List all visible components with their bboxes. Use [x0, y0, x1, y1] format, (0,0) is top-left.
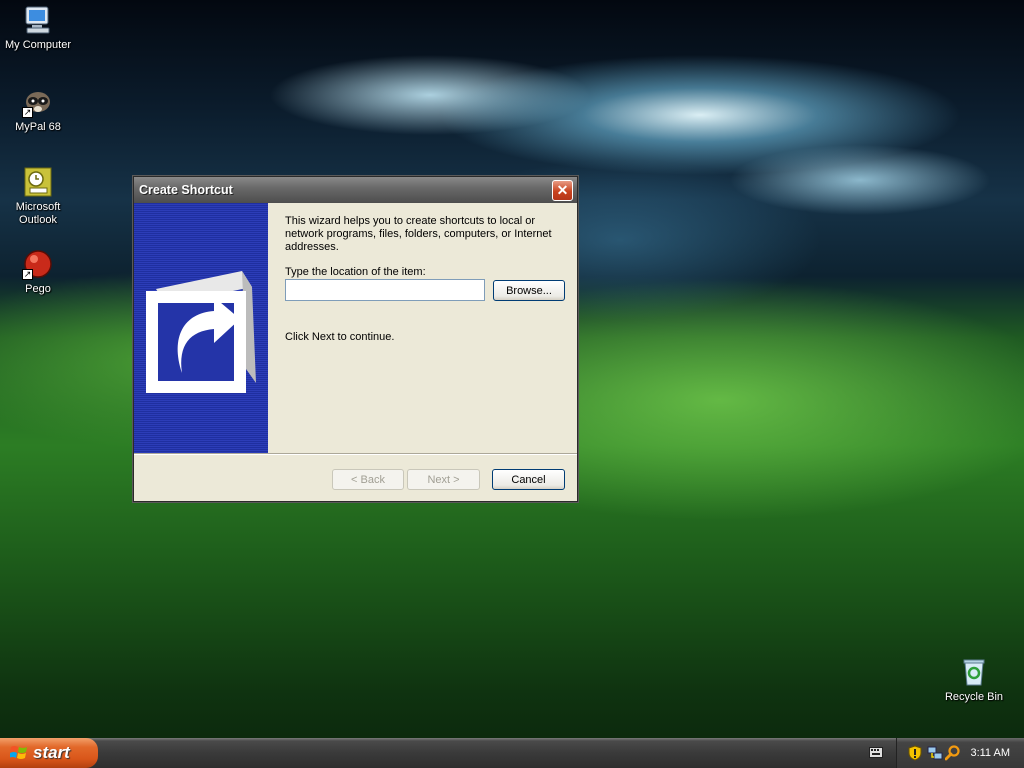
- desktop-icon-label: Pego: [25, 283, 51, 295]
- start-button[interactable]: start: [0, 738, 98, 768]
- dialog-title: Create Shortcut: [139, 183, 233, 197]
- location-label: Type the location of the item:: [285, 266, 426, 278]
- shortcut-arrow-icon: ↗: [22, 107, 33, 118]
- shortcut-wizard-icon: [144, 265, 258, 401]
- pego-icon: ↗: [22, 248, 54, 280]
- wizard-description: This wizard helps you to create shortcut…: [285, 215, 552, 253]
- desktop-icon-label: Recycle Bin: [944, 691, 1004, 703]
- desktop-icon-outlook[interactable]: Microsoft Outlook: [0, 166, 76, 227]
- network-icon[interactable]: [927, 745, 943, 761]
- keyboard-icon[interactable]: [869, 747, 883, 758]
- desktop-icon-mypal[interactable]: ↗ MyPal 68: [0, 86, 76, 134]
- location-input[interactable]: [285, 279, 485, 301]
- desktop-icon-label: My Computer: [4, 39, 72, 51]
- wizard-content: This wizard helps you to create shortcut…: [268, 203, 577, 453]
- security-shield-icon[interactable]: [907, 745, 923, 761]
- outlook-icon: [22, 166, 54, 198]
- start-label: start: [33, 743, 70, 762]
- wizard-side-panel: [134, 203, 268, 453]
- next-hint-text: Click Next to continue.: [285, 331, 395, 343]
- cancel-button[interactable]: Cancel: [492, 469, 565, 490]
- desktop-icon-label: Microsoft Outlook: [15, 201, 61, 226]
- create-shortcut-dialog: Create Shortcut ✕ This wizard helps you …: [133, 176, 578, 502]
- search-icon[interactable]: [944, 745, 961, 761]
- browse-button[interactable]: Browse...: [493, 280, 565, 301]
- windows-flag-icon: [9, 745, 28, 761]
- close-button[interactable]: ✕: [552, 180, 573, 201]
- shortcut-arrow-icon: ↗: [22, 269, 33, 280]
- close-icon: ✕: [556, 182, 569, 198]
- desktop-icon-recycle-bin[interactable]: Recycle Bin: [936, 656, 1012, 704]
- my-computer-icon: [22, 4, 54, 36]
- desktop-icon-pego[interactable]: ↗ Pego: [0, 248, 76, 296]
- taskbar: start 3:11 AM: [0, 738, 1024, 768]
- dialog-titlebar[interactable]: Create Shortcut ✕: [134, 177, 577, 203]
- system-tray: 3:11 AM: [896, 738, 1024, 768]
- desktop-icon-label: MyPal 68: [15, 121, 61, 133]
- recycle-bin-icon: [958, 656, 990, 688]
- mypal-browser-icon: ↗: [22, 86, 54, 118]
- back-button[interactable]: < Back: [332, 469, 404, 490]
- next-button[interactable]: Next >: [407, 469, 480, 490]
- wizard-footer: < Back Next > Cancel: [134, 455, 577, 501]
- desktop-icon-my-computer[interactable]: My Computer: [0, 4, 76, 52]
- taskbar-clock[interactable]: 3:11 AM: [970, 747, 1010, 759]
